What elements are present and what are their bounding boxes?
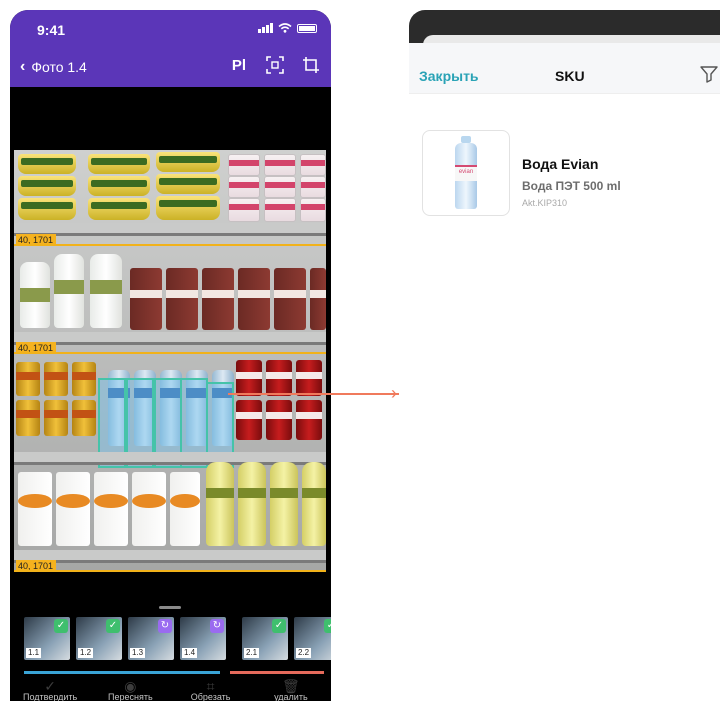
group-indicator [230, 671, 324, 674]
drag-handle[interactable] [159, 606, 181, 609]
thumbnail[interactable]: 1.1 ✓ [24, 617, 70, 660]
status-time: 9:41 [37, 22, 66, 38]
delete-button[interactable]: 🗑 удалить [256, 678, 326, 701]
close-button[interactable]: Закрыть [419, 68, 479, 84]
battery-icon [297, 23, 317, 33]
frame-icon[interactable] [265, 56, 285, 74]
refresh-icon: ↻ [210, 619, 224, 633]
toolbar: Pl [229, 56, 321, 74]
crop-button[interactable]: ⌗ Обрезать [176, 678, 246, 701]
back-button[interactable]: ‹ Фото 1.4 [20, 58, 87, 76]
chevron-left-icon: ‹ [20, 58, 26, 75]
photo-screen: 9:41 ‹ Фото 1.4 Pl 40, 1701 40, 1701 40,… [10, 10, 331, 701]
thumbnail[interactable]: 2.1 ✓ [242, 617, 288, 660]
water-bottle-image: evian [455, 136, 477, 210]
crop-icon: ⌗ [206, 678, 215, 694]
trash-icon: 🗑 [281, 678, 300, 694]
shelf-photo[interactable]: 40, 1701 40, 1701 40, 1701 [14, 150, 326, 572]
check-icon: ✓ [272, 619, 286, 633]
group-indicator [24, 671, 220, 674]
check-icon: ✓ [44, 678, 56, 694]
check-icon: ✓ [324, 619, 331, 633]
camera-icon: ◉ [124, 678, 137, 694]
thumbnail[interactable]: 2.2 ✓ [294, 617, 331, 660]
brand-label: evian [458, 169, 474, 175]
thumbnail-strip: 1.1 ✓ 1.2 ✓ 1.3 ↻ 1.4 ↻ 2.1 ✓ 2.2 ✓ [24, 617, 331, 660]
sku-screen: Закрыть SKU evian Вода Evian Вода ПЭТ 50… [409, 10, 720, 701]
sku-sheet: Закрыть SKU evian Вода Evian Вода ПЭТ 50… [409, 43, 720, 701]
filter-icon[interactable] [700, 65, 718, 83]
check-icon: ✓ [106, 619, 120, 633]
bottom-actions: ✓ Подтвердить ◉ Переснять ⌗ Обрезать 🗑 у… [10, 678, 331, 701]
product-subtitle: Вода ПЭТ 500 ml [522, 179, 621, 193]
thumbnail[interactable]: 1.2 ✓ [76, 617, 122, 660]
arrow-right-icon: › [391, 383, 397, 403]
thumbnail[interactable]: 1.3 ↻ [128, 617, 174, 660]
retake-button[interactable]: ◉ Переснять [95, 678, 165, 701]
confirm-button[interactable]: ✓ Подтвердить [15, 678, 85, 701]
product-image[interactable]: evian [422, 130, 510, 216]
signal-icon [258, 23, 273, 33]
connector-line [228, 393, 399, 395]
product-code: Akt.KIP310 [522, 198, 568, 208]
back-label: Фото 1.4 [31, 59, 87, 75]
wifi-icon [278, 23, 292, 33]
crop-icon[interactable] [301, 56, 321, 74]
sheet-title: SKU [555, 68, 585, 84]
top-bar: 9:41 ‹ Фото 1.4 Pl [10, 10, 331, 87]
refresh-icon: ↻ [158, 619, 172, 633]
status-icons [258, 23, 317, 33]
product-name[interactable]: Вода Evian [522, 156, 598, 172]
pl-toggle-button[interactable]: Pl [229, 56, 249, 74]
thumbnail[interactable]: 1.4 ↻ [180, 617, 226, 660]
check-icon: ✓ [54, 619, 68, 633]
sheet-header: Закрыть SKU [409, 43, 720, 94]
